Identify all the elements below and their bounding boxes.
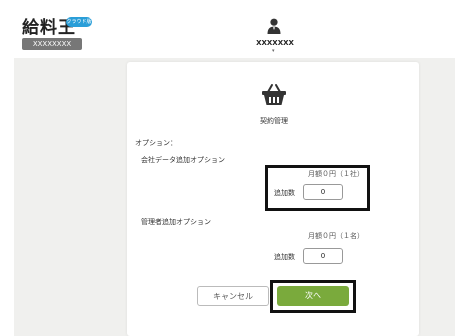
chevron-down-icon[interactable]: ▾ xyxy=(272,48,275,54)
admin-option-qty-input[interactable] xyxy=(303,248,343,264)
cancel-button[interactable]: キャンセル xyxy=(197,286,269,306)
next-button[interactable]: 次へ xyxy=(277,286,349,306)
company-selector[interactable]: XXXXXXXX xyxy=(22,38,82,50)
admin-option-price: 月額０円（１名） xyxy=(308,232,364,240)
admin-option-qty-label: 追加数 xyxy=(274,253,295,261)
admin-option-title: 管理者追加オプション xyxy=(141,218,211,226)
page-title: 契約管理 xyxy=(260,117,288,125)
options-label: オプション： xyxy=(135,139,177,147)
shopping-basket-icon xyxy=(262,84,286,105)
user-name[interactable]: XXXXXXX xyxy=(250,39,300,47)
cloud-edition-badge: クラウド版 xyxy=(66,17,92,27)
app-header: 給料王 クラウド版 XXXXXXXX XXXXXXX ▾ xyxy=(0,0,455,58)
company-option-qty-input[interactable] xyxy=(303,184,343,200)
user-icon[interactable] xyxy=(267,18,281,34)
company-data-option-title: 会社データ追加オプション xyxy=(141,156,225,164)
company-option-qty-label: 追加数 xyxy=(274,189,295,197)
company-option-price: 月額０円（１社） xyxy=(308,170,364,178)
